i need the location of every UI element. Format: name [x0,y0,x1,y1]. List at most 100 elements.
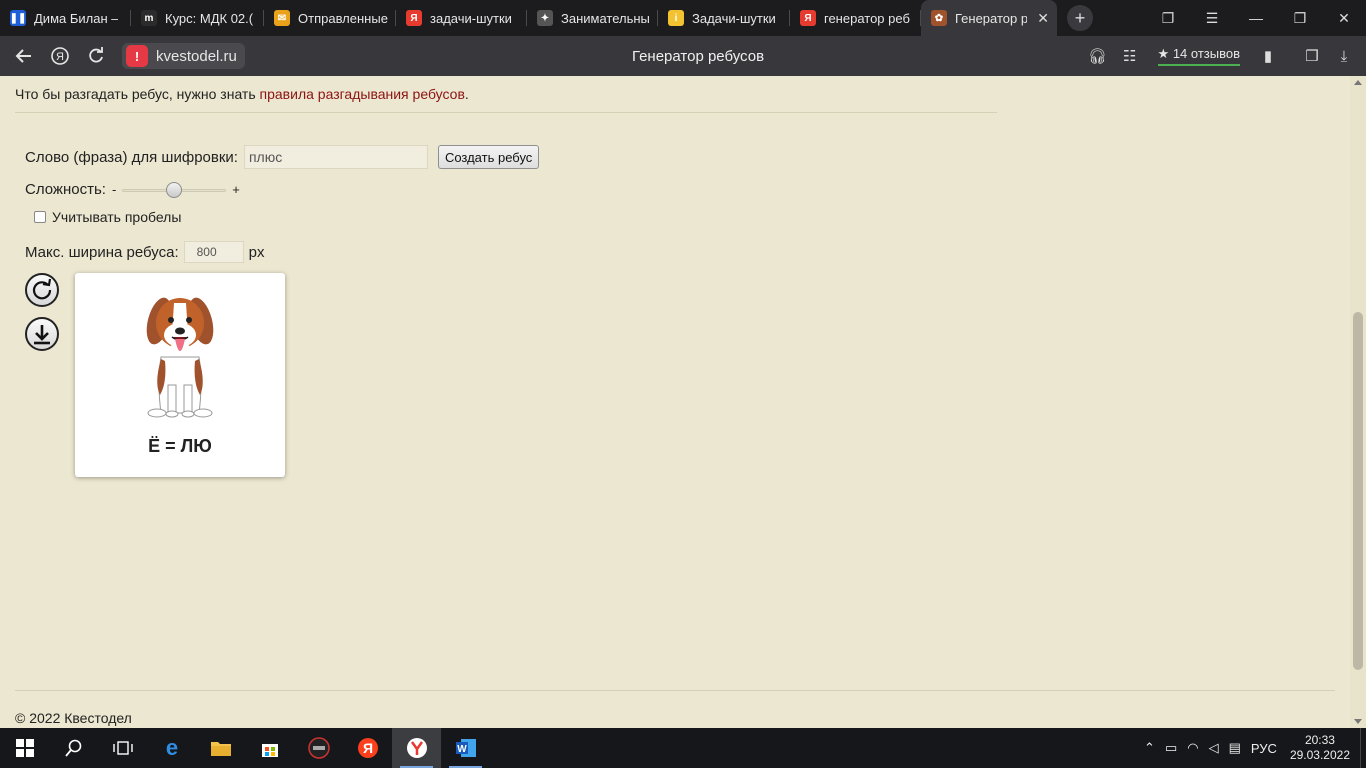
scroll-thumb[interactable] [1353,312,1363,670]
scroll-down-icon[interactable] [1354,719,1362,724]
svg-text:Я: Я [362,740,372,756]
rules-prefix: Что бы разгадать ребус, нужно знать [15,86,260,102]
bookmark-icon[interactable]: ▮ [1252,47,1284,65]
start-button[interactable] [0,728,49,768]
regenerate-button[interactable] [25,273,59,307]
minimize-icon[interactable]: — [1234,10,1278,26]
url-text: kvestodel.ru [156,47,237,65]
browser-tab[interactable]: ✉ Отправленные [264,0,396,36]
page-scrollbar[interactable] [1350,76,1366,728]
word-icon: W [455,739,476,757]
menu-icon[interactable]: ☰ [1190,10,1234,27]
headphones-icon[interactable]: 🎧︎ [1082,47,1114,65]
beagle-dog-image [146,297,214,418]
clock[interactable]: 20:33 29.03.2022 [1290,733,1350,763]
download-icon [34,325,50,345]
url-field[interactable]: ! kvestodel.ru [122,43,245,69]
chevron-up-icon[interactable]: ⌃ [1144,740,1155,756]
new-tab-button[interactable]: + [1067,5,1093,31]
width-input[interactable] [183,241,244,263]
download-icon[interactable]: ⤓ [1328,48,1360,65]
asus-app-button[interactable] [294,728,343,768]
word-input[interactable] [243,145,428,169]
spaces-label: Учитывать пробелы [52,209,182,225]
yandex-browser-button[interactable] [392,728,441,768]
explorer-button[interactable] [196,728,245,768]
tab-favicon-icon: ✉ [274,10,290,26]
browser-tab[interactable]: Ягенератор реб [790,0,921,36]
spaces-checkbox[interactable] [34,211,46,223]
browser-tab[interactable]: ✦ Занимательны [527,0,658,36]
browser-tab[interactable]: ❚❚ Дима Билан – [0,0,131,36]
browser-tab[interactable]: m Курс: МДК 02.( [131,0,264,36]
wifi-icon[interactable]: ◠ [1187,740,1198,756]
reviews-link[interactable]: ★ 14 отзывов [1157,46,1240,66]
tab-favicon-icon: i [668,10,684,26]
back-button[interactable] [6,38,42,74]
task-view-icon [112,741,133,755]
asus-icon [307,737,330,759]
rules-suffix: . [464,86,469,102]
reload-button[interactable] [78,38,114,74]
folder-icon [210,742,231,756]
rebus-card: Ё = ЛЮ [75,273,285,477]
tab-manager-icon[interactable]: ❐ [1146,10,1190,27]
window-controls: ❐ ☰ — ❐ ✕ [1146,0,1366,36]
difficulty-label: Сложность: [25,181,106,198]
task-view-button[interactable] [98,728,147,768]
warning-icon[interactable]: ! [126,45,148,67]
yandex-icon: Я [51,47,69,65]
browser-tab[interactable]: ✿ Генератор р ✕ [921,0,1057,36]
restore-icon[interactable]: ❐ [1278,10,1322,27]
reload-icon [89,47,103,63]
language-indicator[interactable]: РУС [1251,741,1277,756]
windows-icon [15,739,34,757]
search-button[interactable] [49,728,98,768]
slider-knob[interactable] [166,181,183,198]
page-content: Что бы разгадать ребус, нужно знать прав… [0,76,1350,728]
download-rebus-button[interactable] [25,317,59,351]
svg-text:Я: Я [56,51,64,63]
clock-time: 20:33 [1304,733,1335,747]
edge-button[interactable]: e [147,728,196,768]
svg-text:W: W [457,744,467,755]
difficulty-slider[interactable] [122,181,227,198]
footer-divider [15,690,1335,691]
volume-icon[interactable]: ◁ [1209,740,1219,756]
tab-favicon-icon: Я [800,10,816,26]
battery-icon[interactable]: ▭ [1165,740,1177,756]
arrow-left-icon [15,49,31,63]
close-window-icon[interactable]: ✕ [1322,10,1366,27]
yandex-app-button[interactable]: Я [343,728,392,768]
tab-close-icon[interactable]: ✕ [1037,10,1049,27]
difficulty-row: Сложность: - + [25,181,240,198]
store-icon [261,744,278,757]
collections-icon[interactable]: ❒ [1296,47,1328,65]
tab-label: Дима Билан – [34,10,119,26]
width-unit: px [248,243,265,261]
clock-date: 29.03.2022 [1289,748,1350,762]
browser-tab[interactable]: i Задачи-шутки [658,0,790,36]
reviews-label: 14 отзывов [1172,46,1240,61]
width-row: Макс. ширина ребуса: px [25,241,264,263]
width-label: Макс. ширина ребуса: [25,243,179,261]
create-rebus-button[interactable]: Создать ребус [437,145,540,169]
yandex-button[interactable]: Я [42,38,78,74]
tab-favicon-icon: ✦ [537,10,553,26]
store-button[interactable] [245,728,294,768]
show-desktop-button[interactable] [1360,728,1366,768]
search-icon [64,739,81,757]
browser-tab[interactable]: Язадачи-шутки [396,0,527,36]
address-bar: Я ! kvestodel.ru Генератор ребусов 🎧︎ ☷ … [0,36,1366,76]
footer-copyright: © 2022 Квестодел [15,710,132,726]
tab-label: Отправленные [298,10,388,26]
notification-icon[interactable]: ▤ [1229,740,1241,756]
reader-icon[interactable]: ☷ [1114,47,1146,65]
word-button[interactable]: W [441,728,490,768]
tab-label: Задачи-шутки [692,10,776,26]
scroll-up-icon[interactable] [1354,80,1362,85]
spaces-row: Учитывать пробелы [34,209,181,225]
rules-link[interactable]: правила разгадывания ребусов [260,86,465,102]
system-tray: ⌃ ▭ ◠ ◁ ▤ РУС 20:33 29.03.2022 [1139,728,1366,768]
tab-favicon-icon: ❚❚ [10,10,26,26]
